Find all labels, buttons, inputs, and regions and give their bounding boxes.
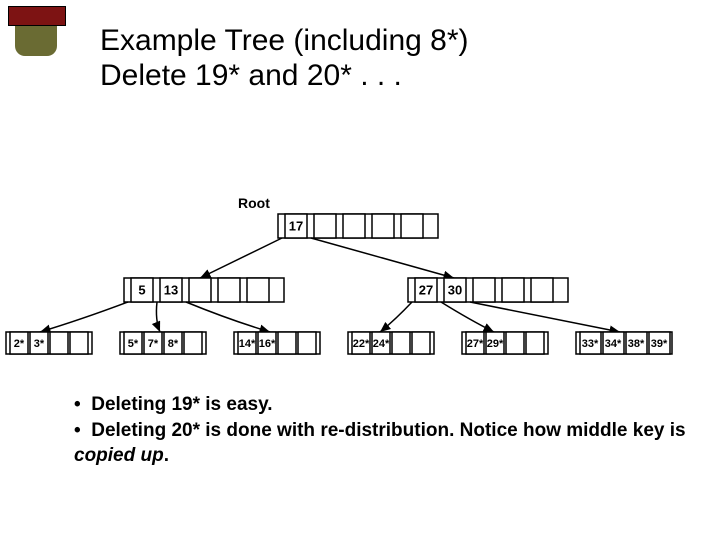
leaf-1: 5* 7* 8* [120, 332, 206, 354]
svg-text:24*: 24* [373, 338, 390, 350]
leaf-3: 22* 24* [348, 332, 434, 354]
svg-text:27: 27 [419, 282, 433, 297]
svg-text:34*: 34* [605, 338, 622, 350]
svg-text:5: 5 [138, 282, 145, 297]
inner-right: 27 30 [408, 278, 568, 302]
svg-text:14*: 14* [239, 338, 256, 350]
svg-text:5*: 5* [128, 338, 139, 350]
leaf-2: 14* 16* [234, 332, 320, 354]
root-node: 17 [278, 214, 438, 238]
svg-text:7*: 7* [148, 338, 159, 350]
svg-text:33*: 33* [582, 338, 599, 350]
bullet-2: • Deleting 20* is done with re-distribut… [74, 418, 720, 469]
svg-text:39*: 39* [651, 338, 668, 350]
inner-left: 5 13 [124, 278, 284, 302]
leaf-4: 27* 29* [462, 332, 548, 354]
bullet-1-text: Deleting 19* is easy. [91, 394, 272, 415]
svg-text:3*: 3* [34, 338, 45, 350]
svg-text:8*: 8* [168, 338, 179, 350]
leaf-0: 2* 3* [6, 332, 92, 354]
svg-text:27*: 27* [467, 338, 484, 350]
bullet-2-text-a: Deleting 20* is done with re-distributio… [91, 420, 685, 441]
svg-text:16*: 16* [259, 338, 276, 350]
svg-text:2*: 2* [14, 338, 25, 350]
svg-text:22*: 22* [353, 338, 370, 350]
bullet-1: • Deleting 19* is easy. [74, 392, 720, 418]
bullet-2-text-b: copied up [74, 445, 164, 466]
leaf-5: 33* 34* 38* 39* [576, 332, 672, 354]
svg-text:13: 13 [164, 282, 178, 297]
svg-text:38*: 38* [628, 338, 645, 350]
svg-text:17: 17 [289, 218, 303, 233]
svg-text:29*: 29* [487, 338, 504, 350]
bullet-2-text-c: . [164, 445, 169, 466]
bullet-list: • Deleting 19* is easy. • Deleting 20* i… [74, 392, 720, 469]
svg-text:30: 30 [448, 282, 462, 297]
